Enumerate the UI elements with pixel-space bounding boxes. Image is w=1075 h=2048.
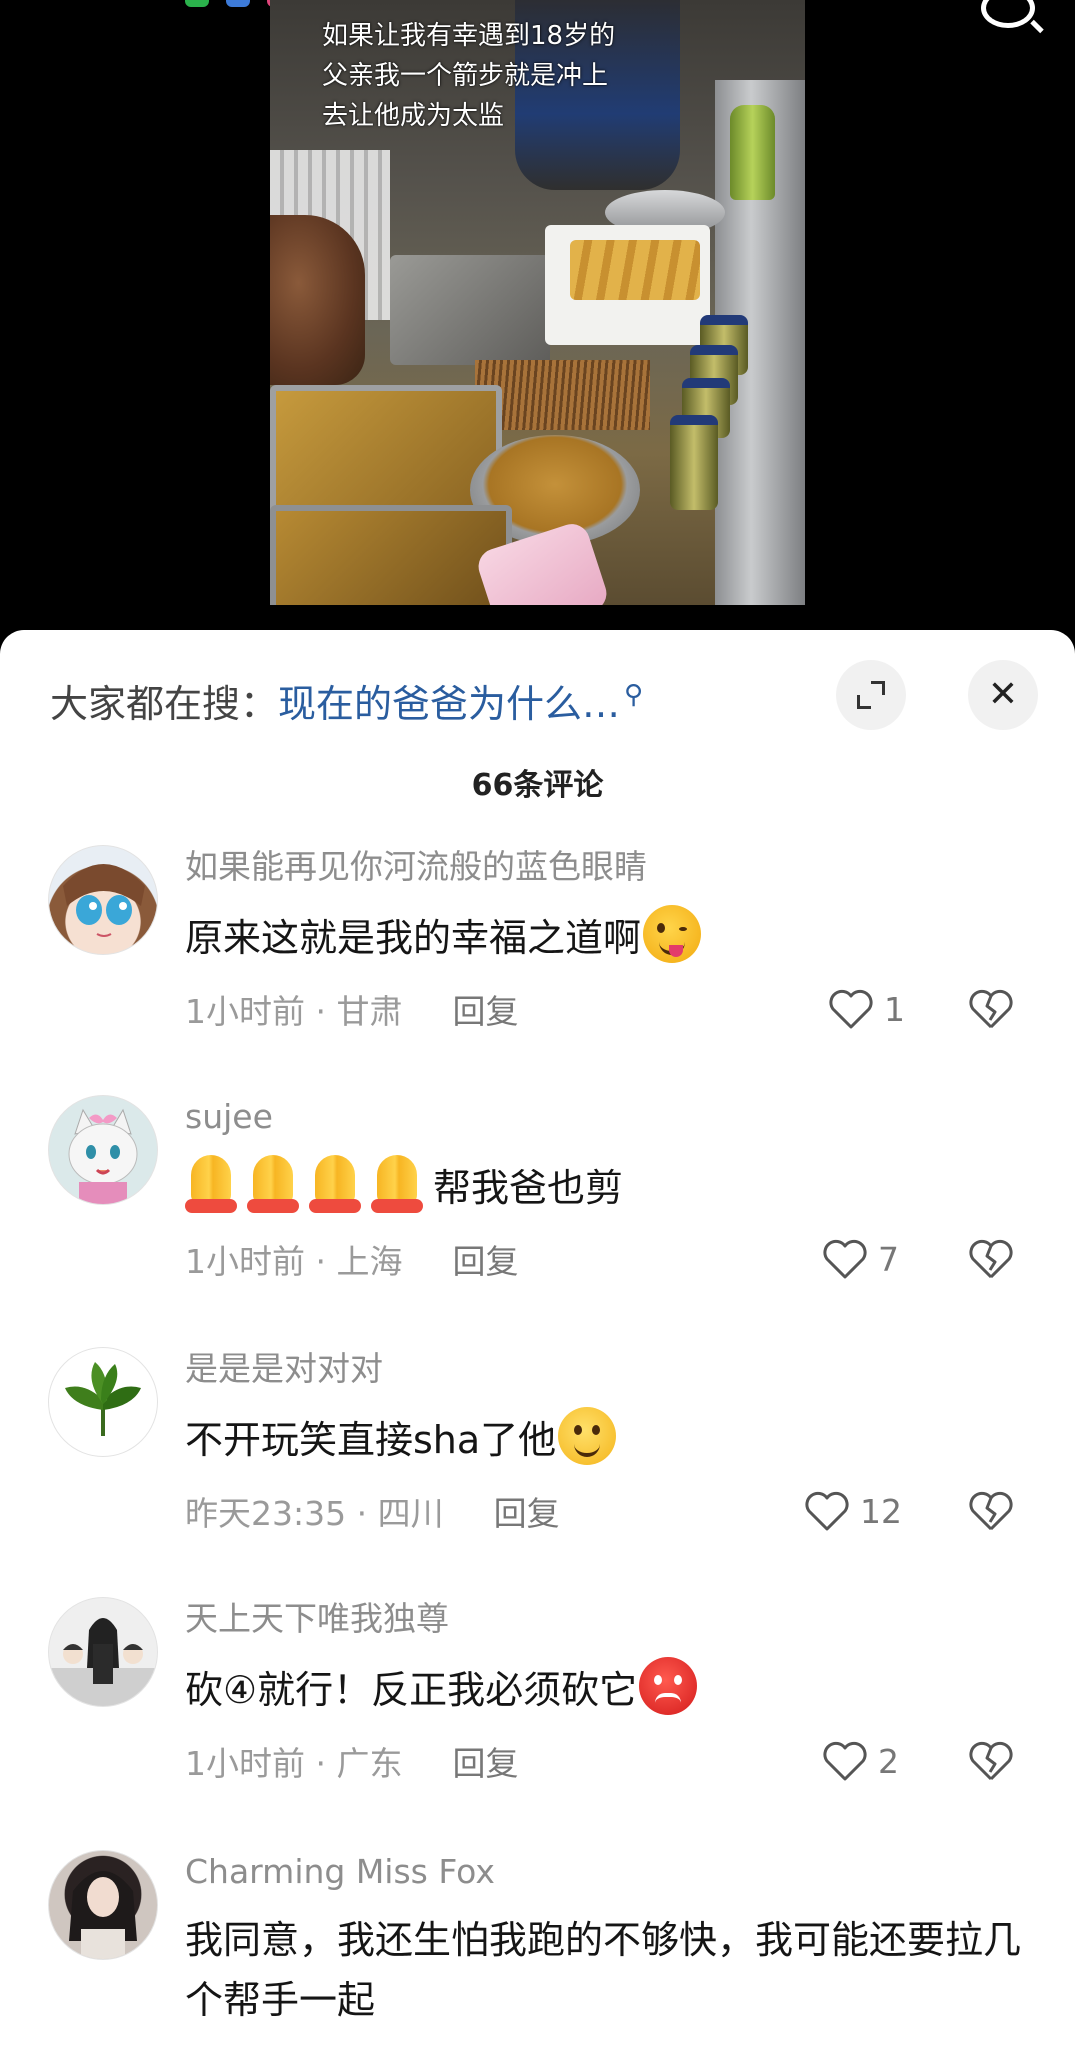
search-icon[interactable] xyxy=(981,0,1035,28)
app-icon xyxy=(185,0,209,7)
reply-button[interactable]: 回复 xyxy=(452,992,518,1031)
hot-search-query[interactable]: 现在的爸爸为什么… xyxy=(278,682,620,726)
avatar[interactable] xyxy=(48,1850,158,1960)
reply-button[interactable]: 回复 xyxy=(452,1242,518,1281)
folded-hands-emoji xyxy=(371,1155,423,1213)
comment-time: 昨天23:35 xyxy=(185,1494,347,1533)
comment-time: 1小时前 xyxy=(185,1744,305,1783)
photo-avatar xyxy=(69,1871,137,1959)
person-arm xyxy=(270,215,365,385)
comment-meta: 1小时前 · 甘肃 回复 xyxy=(185,992,519,1031)
heart-icon xyxy=(804,1490,850,1532)
comment-text: 砍④就行！反正我必须砍它 xyxy=(185,1657,1045,1718)
expand-button[interactable] xyxy=(836,660,906,730)
comment-username[interactable]: 天上天下唯我独尊 xyxy=(185,1597,449,1641)
reply-button[interactable]: 回复 xyxy=(452,1744,518,1783)
comment-time: 1小时前 xyxy=(185,992,305,1031)
comment-body: 帮我爸也剪 xyxy=(433,1166,624,1210)
anime-group-avatar xyxy=(49,1618,157,1706)
comment-meta: 1小时前 · 上海 回复 xyxy=(185,1242,519,1281)
heart-icon xyxy=(828,988,874,1030)
app-icon xyxy=(226,0,251,7)
comment-body: 原来这就是我的幸福之道啊 xyxy=(185,916,642,960)
like-count: 2 xyxy=(878,1741,899,1781)
like-button[interactable]: 12 xyxy=(804,1490,902,1532)
comment-count: 66条评论 xyxy=(471,768,604,803)
comment-meta: 1小时前 · 广东 回复 xyxy=(185,1744,519,1783)
angry-emoji xyxy=(639,1657,698,1715)
avatar[interactable] xyxy=(48,1347,158,1457)
anime-girl-avatar xyxy=(63,864,145,937)
heart-icon xyxy=(822,1740,868,1782)
comment-username[interactable]: 如果能再见你河流般的蓝色眼睛 xyxy=(185,845,647,889)
comment-sheet: 大家都在搜：现在的爸爸为什么… ⚲ ✕ 66条评论 如果能再见你河流般的蓝色眼睛 … xyxy=(0,630,1075,2048)
comment-meta: 昨天23:35 · 四川 回复 xyxy=(185,1494,560,1533)
oil-bottle xyxy=(730,105,775,200)
smile-emoji xyxy=(558,1407,617,1465)
comment-text: 不开玩笑直接sha了他 xyxy=(185,1407,1045,1468)
jar xyxy=(670,415,718,510)
like-count: 12 xyxy=(860,1491,902,1531)
comment-body: 砍④就行！反正我必须砍它 xyxy=(185,1668,638,1712)
comment-username[interactable]: Charming Miss Fox xyxy=(185,1850,495,1894)
reply-button[interactable]: 回复 xyxy=(494,1494,560,1533)
comment-location: 四川 xyxy=(377,1494,444,1533)
comment-text: 我同意，我还生怕我跑的不够快，我可能还要拉几个帮手一起 xyxy=(185,1918,1022,2022)
comment-item: 如果能再见你河流般的蓝色眼睛 原来这就是我的幸福之道啊 1小时前 · 甘肃 回复 … xyxy=(0,845,1075,1065)
comment-username[interactable]: sujee xyxy=(185,1095,273,1139)
comment-username[interactable]: 是是是对对对 xyxy=(185,1347,383,1391)
hot-search-label: 大家都在搜： xyxy=(50,682,279,726)
video-caption: 如果让我有幸遇到18岁的父亲我一个箭步就是冲上去让他成为太监 xyxy=(322,21,616,131)
expand-icon xyxy=(857,681,885,709)
sauce-tray xyxy=(270,505,512,605)
like-button[interactable]: 1 xyxy=(828,988,905,1030)
winking-tongue-emoji xyxy=(643,905,702,963)
avatar[interactable] xyxy=(48,1597,158,1707)
broken-heart-icon[interactable] xyxy=(968,1238,1014,1280)
close-icon: ✕ xyxy=(987,674,1019,715)
skewers xyxy=(570,240,700,300)
comment-text: 原来这就是我的幸福之道啊 xyxy=(185,905,1045,966)
green-leaf-avatar xyxy=(65,1362,141,1436)
like-count: 1 xyxy=(884,989,905,1029)
broken-heart-icon[interactable] xyxy=(968,988,1014,1030)
comment-item: sujee 帮我爸也剪 1小时前 · 上海 回复 7 xyxy=(0,1095,1075,1315)
folded-hands-emoji xyxy=(185,1155,237,1213)
comment-body: 不开玩笑直接sha了他 xyxy=(185,1418,557,1462)
like-count: 7 xyxy=(878,1239,899,1279)
comment-text: 帮我爸也剪 xyxy=(185,1155,1045,1216)
hot-search-bar[interactable]: 大家都在搜：现在的爸爸为什么… ⚲ xyxy=(50,670,643,726)
video-player[interactable]: 如果让我有幸遇到18岁的父亲我一个箭步就是冲上去让他成为太监 xyxy=(0,0,1075,640)
close-button[interactable]: ✕ xyxy=(968,660,1038,730)
comment-item: 是是是对对对 不开玩笑直接sha了他 昨天23:35 · 四川 回复 12 xyxy=(0,1347,1075,1567)
comment-location: 甘肃 xyxy=(336,992,403,1031)
avatar[interactable] xyxy=(48,845,158,955)
broken-heart-icon[interactable] xyxy=(968,1490,1014,1532)
folded-hands-emoji xyxy=(247,1155,299,1213)
video-frame: 如果让我有幸遇到18岁的父亲我一个箭步就是冲上去让他成为太监 xyxy=(270,0,805,605)
comment-item: Charming Miss Fox 我同意，我还生怕我跑的不够快，我可能还要拉几… xyxy=(0,1850,1075,2048)
heart-icon xyxy=(822,1238,868,1280)
comment-item: 天上天下唯我独尊 砍④就行！反正我必须砍它 1小时前 · 广东 回复 2 xyxy=(0,1597,1075,1817)
avatar[interactable] xyxy=(48,1095,158,1205)
like-button[interactable]: 7 xyxy=(822,1238,899,1280)
steel-tray xyxy=(390,255,550,365)
comment-location: 上海 xyxy=(336,1242,403,1281)
broken-heart-icon[interactable] xyxy=(968,1740,1014,1782)
search-icon[interactable]: ⚲ xyxy=(624,680,643,710)
comment-location: 广东 xyxy=(336,1744,403,1783)
sauce-tray xyxy=(270,385,502,522)
folded-hands-emoji xyxy=(309,1155,361,1213)
like-button[interactable]: 2 xyxy=(822,1740,899,1782)
cartoon-cat-avatar xyxy=(68,1108,138,1204)
comment-time: 1小时前 xyxy=(185,1242,305,1281)
